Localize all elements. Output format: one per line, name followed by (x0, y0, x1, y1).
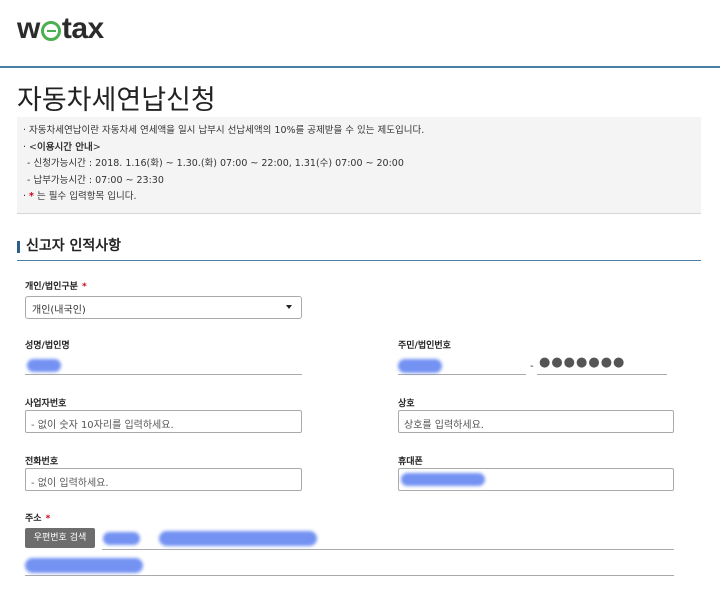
notice-line-apply-hours: - 신청가능시간 : 2018. 1.16(화) ~ 1.30.(화) 07:0… (27, 158, 404, 169)
id-number-front-field[interactable] (398, 355, 526, 375)
notice-bracket-open: · < (23, 141, 37, 153)
trade-name-input[interactable]: 상호를 입력하세요. (398, 410, 674, 433)
notice-bracket-close: > (92, 141, 101, 153)
type-label-text: 개인/법인구분 (25, 282, 78, 292)
name-field[interactable] (25, 355, 302, 375)
business-number-input[interactable]: - 없이 숫자 10자리를 입력하세요. (25, 410, 302, 433)
address-label: 주소 * (25, 511, 50, 524)
type-select[interactable]: 개인(내국인) (25, 296, 302, 319)
redacted-id-front (398, 359, 442, 373)
site-header: w tax (0, 0, 720, 68)
phone-input[interactable]: - 없이 입력하세요. (25, 468, 302, 491)
required-star-icon: * (81, 282, 87, 292)
wetax-logo[interactable]: w tax (17, 12, 104, 46)
masked-id-back: ●●●●●●● (539, 355, 626, 370)
required-star-icon: * (45, 514, 51, 524)
redacted-zipcode (103, 532, 140, 545)
section-title: 신고자 인적사항 (17, 235, 701, 261)
notice-box: · 자동차세연납이란 자동차세 연세액을 일시 납부시 선납세액의 10%를 공… (17, 117, 701, 214)
notice-required-text: 는 필수 입력항목 입니다. (34, 191, 137, 202)
zip-search-button[interactable]: 우편번호 검색 (25, 528, 95, 548)
logo-text-tax: tax (61, 12, 104, 45)
logo-e-icon (40, 21, 61, 41)
phone-label: 전화번호 (25, 457, 59, 467)
business-number-label: 사업자번호 (25, 399, 67, 409)
notice-hours-title: 이용시간 안내 (37, 141, 93, 153)
mobile-label: 휴대폰 (398, 457, 423, 467)
trade-name-label: 상호 (398, 399, 415, 409)
address-line1-field[interactable] (102, 530, 674, 550)
id-separator: - (530, 361, 534, 372)
redacted-address-main (159, 531, 317, 546)
logo-text-w: w (17, 12, 40, 45)
notice-line-description: · 자동차세연납이란 자동차세 연세액을 일시 납부시 선납세액의 10%를 공… (23, 125, 425, 136)
address-label-text: 주소 (25, 514, 42, 524)
redacted-address-detail (25, 558, 143, 573)
redacted-name (27, 359, 61, 372)
dropdown-arrow-icon (286, 305, 292, 309)
notice-line-hours-heading: · <이용시간 안내> (23, 140, 701, 157)
id-number-back-field[interactable]: ●●●●●●● (537, 355, 667, 375)
address-line2-field[interactable] (25, 556, 674, 576)
type-label: 개인/법인구분 * (25, 279, 87, 292)
notice-line-pay-hours: - 납부가능시간 : 07:00 ~ 23:30 (27, 174, 164, 186)
name-label: 성명/법인명 (25, 341, 70, 351)
mobile-input[interactable] (398, 468, 674, 491)
page-title: 자동차세연납신청 (17, 85, 216, 116)
type-select-value: 개인(내국인) (32, 305, 86, 316)
id-number-label: 주민/법인번호 (398, 341, 451, 351)
notice-line-required: · * 는 필수 입력항목 입니다. (23, 189, 701, 206)
redacted-mobile (401, 473, 485, 486)
